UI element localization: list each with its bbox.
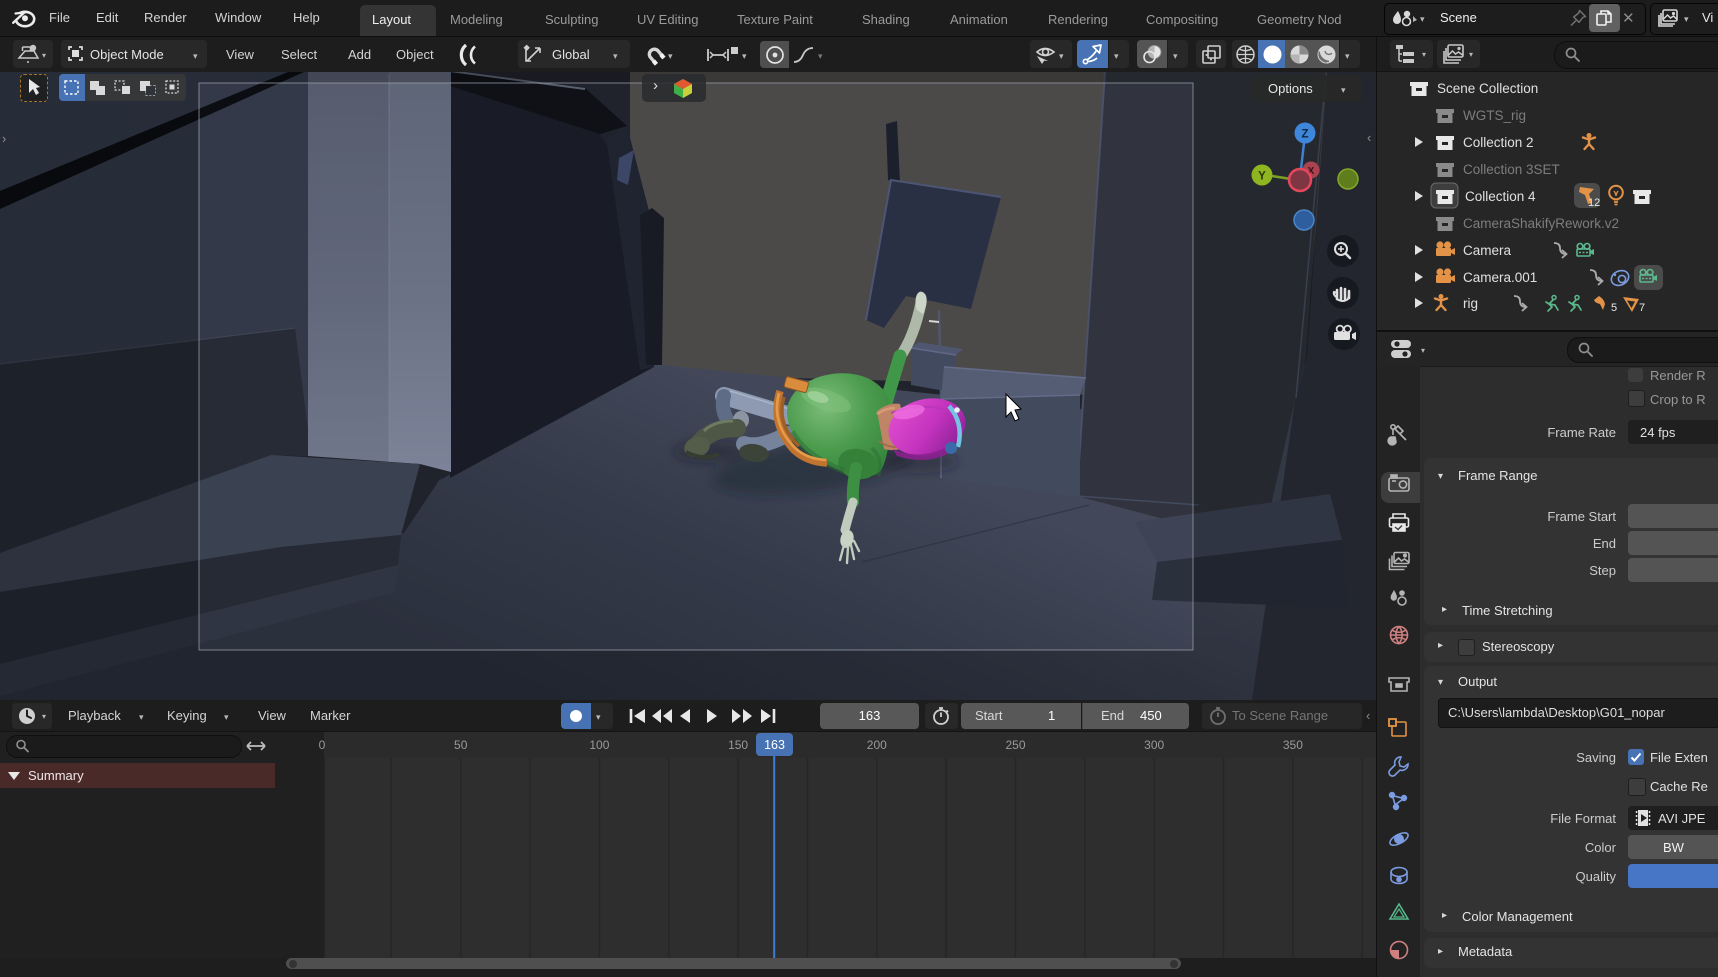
svg-text:50: 50 — [454, 738, 468, 752]
svg-text:Scene Collection: Scene Collection — [1437, 81, 1538, 96]
svg-text:Collection 4: Collection 4 — [1465, 189, 1536, 204]
svg-text:5: 5 — [1611, 302, 1617, 314]
svg-text:163: 163 — [764, 738, 785, 752]
svg-text:Collection 2: Collection 2 — [1463, 135, 1534, 150]
svg-text:100: 100 — [589, 738, 609, 752]
svg-text:150: 150 — [728, 738, 748, 752]
svg-text:Camera.001: Camera.001 — [1463, 270, 1537, 285]
svg-text:12: 12 — [1588, 197, 1600, 209]
svg-text:0: 0 — [319, 738, 326, 752]
svg-text:rig: rig — [1463, 296, 1478, 311]
svg-text:Camera: Camera — [1463, 243, 1512, 258]
svg-text:WGTS_rig: WGTS_rig — [1463, 108, 1526, 123]
svg-text:Collection 3SET: Collection 3SET — [1463, 162, 1560, 177]
svg-text:350: 350 — [1283, 738, 1303, 752]
svg-text:Y: Y — [1258, 171, 1266, 183]
svg-text:250: 250 — [1005, 738, 1025, 752]
svg-text:Z: Z — [1301, 129, 1308, 141]
svg-text:300: 300 — [1144, 738, 1164, 752]
svg-text:CameraShakifyRework.v2: CameraShakifyRework.v2 — [1463, 216, 1619, 231]
svg-text:200: 200 — [867, 738, 887, 752]
svg-text:7: 7 — [1639, 302, 1645, 314]
svg-text:‹: ‹ — [1367, 130, 1371, 145]
svg-text:›: › — [2, 131, 6, 146]
